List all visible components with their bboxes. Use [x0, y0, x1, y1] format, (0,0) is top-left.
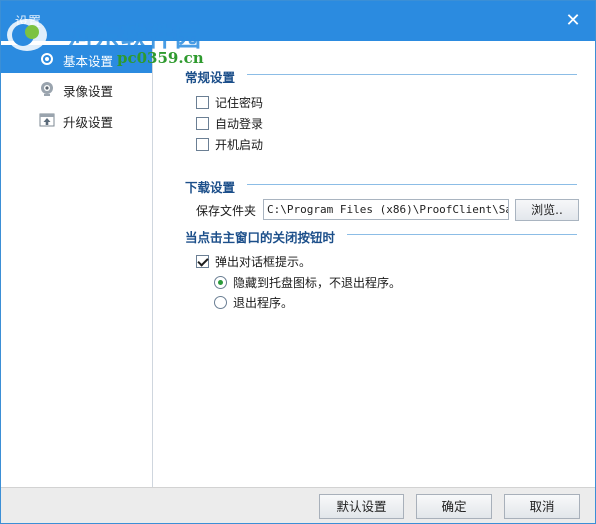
settings-window: 设置 ✕ 基本设置 录像设置 — [0, 0, 596, 524]
section-heading-close-behavior: 当点击主窗口的关闭按钮时 — [185, 230, 336, 245]
radio-label: 隐藏到托盘图标，不退出程序。 — [233, 275, 402, 290]
remember-password-checkbox[interactable]: 记住密码 — [196, 94, 263, 110]
save-folder-path-input[interactable]: C:\Program Files (x86)\ProofClient\Savir — [263, 199, 509, 220]
checkbox-label: 弹出对话框提示。 — [215, 254, 312, 269]
checkbox-box[interactable] — [196, 137, 209, 151]
sidebar: 基本设置 录像设置 升级设置 — [1, 41, 153, 487]
watermark: 河东软件园 pc0359.cn — [5, 15, 225, 75]
startup-checkbox[interactable]: 开机启动 — [196, 136, 263, 152]
minimize-to-tray-radio[interactable]: 隐藏到托盘图标，不退出程序。 — [214, 274, 401, 290]
browse-button[interactable]: 浏览.. — [515, 199, 579, 221]
cancel-button[interactable]: 取消 — [504, 494, 580, 519]
checkbox-label: 记住密码 — [215, 95, 264, 110]
upgrade-icon — [39, 113, 55, 127]
section-heading-download: 下载设置 — [185, 180, 236, 195]
watermark-logo-icon — [7, 19, 47, 51]
sidebar-item-label: 录像设置 — [63, 84, 114, 99]
watermark-url: pc0359.cn — [117, 49, 204, 67]
sidebar-item-upgrade[interactable]: 升级设置 — [1, 106, 152, 134]
checkbox-box[interactable] — [196, 116, 209, 130]
close-icon: ✕ — [565, 10, 581, 31]
section-divider — [247, 184, 577, 185]
section-divider — [247, 74, 577, 75]
dialog-footer: 默认设置 确定 取消 — [1, 487, 595, 523]
checkbox-label: 开机启动 — [215, 137, 264, 152]
sidebar-item-label: 升级设置 — [63, 115, 114, 130]
restore-defaults-button[interactable]: 默认设置 — [319, 494, 404, 519]
exit-program-radio[interactable]: 退出程序。 — [214, 294, 293, 310]
close-button[interactable]: ✕ — [563, 11, 583, 31]
sidebar-item-recording[interactable]: 录像设置 — [1, 75, 152, 103]
radio-button[interactable] — [214, 275, 227, 289]
checkbox-box[interactable] — [196, 95, 209, 109]
save-folder-label: 保存文件夹 — [196, 204, 257, 218]
prompt-dialog-checkbox[interactable]: 弹出对话框提示。 — [196, 253, 311, 269]
camera-icon — [41, 82, 53, 96]
auto-login-checkbox[interactable]: 自动登录 — [196, 115, 263, 131]
checkbox-box[interactable] — [196, 254, 209, 268]
section-divider — [347, 234, 577, 235]
section-heading-general: 常规设置 — [185, 70, 236, 85]
radio-label: 退出程序。 — [233, 295, 294, 310]
ok-button[interactable]: 确定 — [416, 494, 492, 519]
checkbox-label: 自动登录 — [215, 116, 264, 131]
radio-button[interactable] — [214, 295, 227, 309]
